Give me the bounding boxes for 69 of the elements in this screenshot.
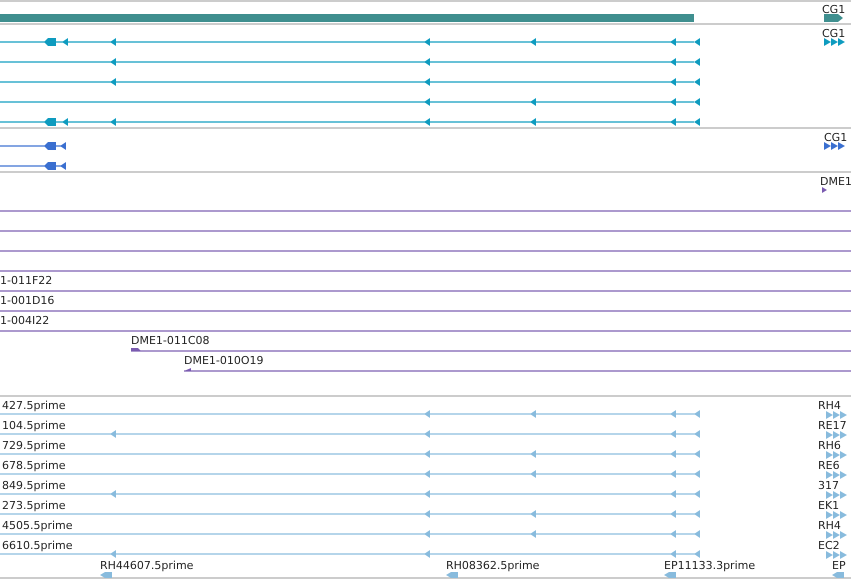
clone-line[interactable]	[0, 330, 851, 332]
feature-label: DME1-011C08	[131, 334, 210, 347]
feature-label: 104.5prime	[2, 419, 66, 432]
est-block-icon	[100, 572, 112, 578]
feature-label: DME1-010O19	[184, 354, 264, 367]
transcript-drawing[interactable]	[0, 58, 700, 66]
feature-label: 729.5prime	[2, 439, 66, 452]
strand-arrows-icon	[826, 531, 847, 539]
clone-line[interactable]	[131, 348, 851, 352]
est-drawing[interactable]	[0, 490, 700, 498]
est-block-icon	[832, 572, 844, 578]
feature-label: 317	[818, 479, 839, 492]
strand-arrows-icon	[826, 411, 847, 419]
feature-label: 6610.5prime	[2, 539, 73, 552]
strand-arrows-icon	[826, 431, 847, 439]
feature-label: EC2	[818, 539, 840, 552]
strand-arrows-icon	[826, 491, 847, 499]
est-drawing[interactable]	[0, 530, 700, 538]
feature-label: RH08362.5prime	[446, 559, 540, 572]
feature-label: 4505.5prime	[2, 519, 73, 532]
feature-label: 273.5prime	[2, 499, 66, 512]
est-block-icon	[664, 572, 676, 578]
transcript-drawing[interactable]	[0, 162, 66, 170]
strand-arrows-icon	[824, 38, 845, 46]
transcript-drawing[interactable]	[0, 78, 700, 86]
feature-label: CG1	[822, 3, 846, 16]
feature-label: 1-011F22	[0, 274, 52, 287]
clone-line[interactable]	[0, 290, 851, 292]
transcript-drawing[interactable]	[0, 118, 700, 126]
feature-label: RH4	[818, 399, 841, 412]
feature-label: EP	[832, 559, 846, 572]
strand-arrows-icon	[826, 511, 847, 519]
est-drawing[interactable]	[0, 470, 700, 478]
transcript-drawing[interactable]	[0, 98, 700, 106]
est-block-icon	[446, 572, 458, 578]
feature-label: RE6	[818, 459, 840, 472]
feature-label: RH6	[818, 439, 841, 452]
feature-label: 849.5prime	[2, 479, 66, 492]
feature-label: CG1	[824, 131, 848, 144]
strand-arrows-icon	[826, 551, 847, 559]
transcript-drawing[interactable]	[0, 142, 66, 150]
clone-line[interactable]	[0, 310, 851, 312]
feature-label: RH4	[818, 519, 841, 532]
feature-label: 1-001D16	[0, 294, 54, 307]
clone-line[interactable]	[0, 230, 851, 232]
feature-arrow-icon	[822, 187, 827, 193]
clone-line[interactable]	[184, 368, 851, 372]
feature-label: 678.5prime	[2, 459, 66, 472]
est-drawing[interactable]	[0, 410, 700, 418]
est-drawing[interactable]	[0, 430, 700, 438]
feature-label: EP11133.3prime	[664, 559, 756, 572]
feature-label: DME1	[820, 175, 851, 188]
feature-label: 427.5prime	[2, 399, 66, 412]
clone-line[interactable]	[0, 250, 851, 252]
est-drawing[interactable]	[0, 550, 700, 558]
feature-label: EK1	[818, 499, 840, 512]
strand-arrows-icon	[826, 451, 847, 459]
feature-label: RH44607.5prime	[100, 559, 194, 572]
feature-label: CG1	[822, 27, 846, 40]
feature-label: 1-004I22	[0, 314, 50, 327]
clone-line[interactable]	[0, 270, 851, 272]
strand-arrows-icon	[826, 471, 847, 479]
est-drawing[interactable]	[0, 450, 700, 458]
transcript-drawing[interactable]	[0, 38, 700, 46]
est-drawing[interactable]	[0, 510, 700, 518]
gene-arrow-icon	[824, 14, 843, 22]
feature-label: RE17	[818, 419, 847, 432]
clone-line[interactable]	[0, 210, 851, 212]
strand-arrows-icon	[824, 142, 845, 150]
